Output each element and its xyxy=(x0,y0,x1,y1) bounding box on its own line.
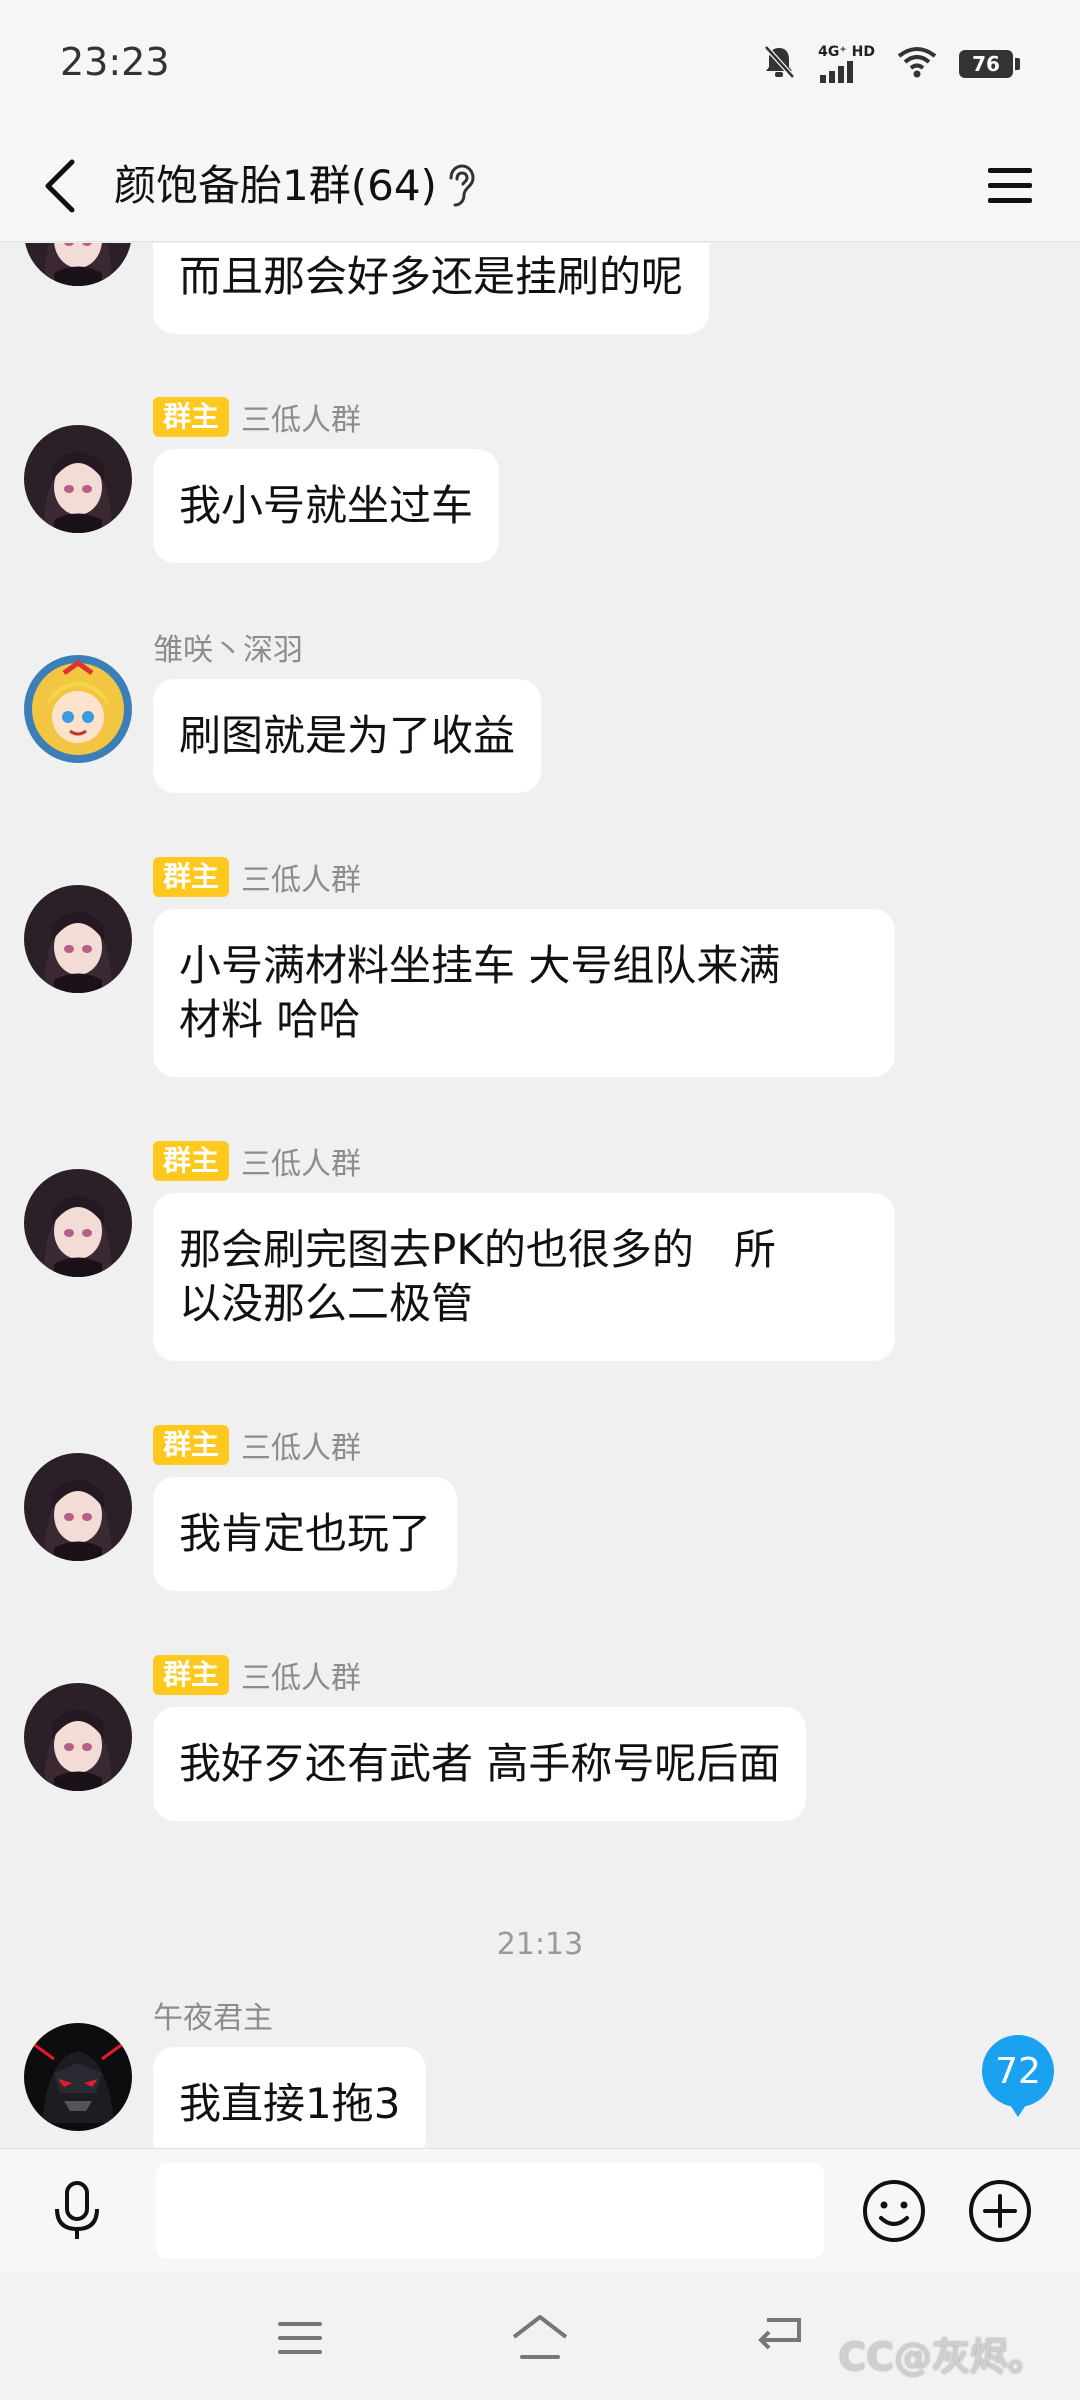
sender-name[interactable]: 三低人群 xyxy=(241,855,361,899)
owner-badge: 群主 xyxy=(153,1141,230,1181)
voice-button[interactable] xyxy=(40,2171,114,2251)
sender-row: 群主 三低人群 xyxy=(153,395,361,439)
sender-name[interactable]: 三低人群 xyxy=(241,1423,361,1467)
sender-row: 午夜君主 xyxy=(153,1993,273,2037)
cellular-signal-icon: 4G⁺ HD xyxy=(818,45,875,83)
nav-back-icon xyxy=(758,2318,801,2350)
status-bar: 23:23 4G⁺ HD 76 xyxy=(0,0,1080,130)
message-bubble[interactable]: 那会刷完图去PK的也很多的 所 以没那么二极管 xyxy=(153,1193,895,1361)
message-line: 那会刷完图去PK的也很多的 所 xyxy=(179,1225,776,1274)
back-button[interactable] xyxy=(28,144,92,228)
owner-badge: 群主 xyxy=(153,857,230,897)
nav-home-button[interactable] xyxy=(500,2298,580,2378)
chat-screen: 23:23 4G⁺ HD 76 颜饱备胎1群(64) 而且那会好多还是挂刷的呢 … xyxy=(0,0,1080,2400)
message-bubble[interactable]: 刷图就是为了收益 xyxy=(153,679,542,793)
unread-count-badge[interactable]: 72 xyxy=(982,2035,1054,2117)
avatar[interactable] xyxy=(24,1683,132,1791)
message-line: 以没那么二极管 xyxy=(179,1279,474,1328)
sender-row: 群主 三低人群 xyxy=(153,1139,361,1183)
time-separator: 21:13 xyxy=(496,1927,584,1962)
ear-icon[interactable] xyxy=(440,154,480,218)
battery-level: 76 xyxy=(959,50,1013,78)
message-bubble[interactable]: 我小号就坐过车 xyxy=(153,449,500,563)
plus-icon xyxy=(969,2180,1031,2242)
sender-name[interactable]: 午夜君主 xyxy=(153,1993,273,2037)
avatar[interactable] xyxy=(24,243,132,286)
avatar[interactable] xyxy=(24,1453,132,1561)
message-input[interactable] xyxy=(156,2163,824,2259)
watermark: CC@灰烬。 xyxy=(838,2335,1046,2379)
chat-title[interactable]: 颜饱备胎1群(64) xyxy=(114,152,437,220)
message-bubble[interactable]: 而且那会好多还是挂刷的呢 xyxy=(153,243,710,334)
network-label: 4G⁺ HD xyxy=(818,44,875,60)
sender-name[interactable]: 三低人群 xyxy=(241,1139,361,1183)
wifi-icon xyxy=(897,46,937,82)
more-actions-button[interactable] xyxy=(962,2171,1038,2251)
avatar[interactable] xyxy=(24,1169,132,1277)
hamburger-menu-button[interactable] xyxy=(970,144,1050,228)
system-nav-bar: CC@灰烬。 xyxy=(0,2272,1080,2400)
sender-name[interactable]: 三低人群 xyxy=(241,1653,361,1697)
sender-row: 群主 三低人群 xyxy=(153,1423,361,1467)
avatar[interactable] xyxy=(24,885,132,993)
nav-menu-icon xyxy=(278,2322,322,2354)
back-arrow-icon xyxy=(45,159,75,213)
owner-badge: 群主 xyxy=(153,397,230,437)
message-line: 小号满材料坐挂车 大号组队来满 xyxy=(179,941,781,990)
input-bar xyxy=(0,2148,1080,2272)
sender-name[interactable]: 雏咲丶深羽 xyxy=(153,625,303,669)
avatar[interactable] xyxy=(24,2023,132,2131)
owner-badge: 群主 xyxy=(153,1425,230,1465)
nav-home-icon xyxy=(512,2315,568,2359)
message-line: 材料 哈哈 xyxy=(179,995,361,1044)
avatar[interactable] xyxy=(24,425,132,533)
status-icons: 4G⁺ HD 76 xyxy=(762,44,1020,84)
chat-header: 颜饱备胎1群(64) xyxy=(0,130,1080,242)
nav-menu-button[interactable] xyxy=(260,2298,340,2378)
nav-back-button[interactable] xyxy=(740,2298,820,2378)
status-time: 23:23 xyxy=(60,40,170,84)
message-bubble[interactable]: 小号满材料坐挂车 大号组队来满 材料 哈哈 xyxy=(153,909,895,1077)
sender-row: 雏咲丶深羽 xyxy=(153,625,303,669)
emoji-icon xyxy=(863,2180,925,2242)
message-bubble[interactable]: 我好歹还有武者 高手称号呢后面 xyxy=(153,1707,807,1821)
owner-badge: 群主 xyxy=(153,1655,230,1695)
emoji-button[interactable] xyxy=(856,2171,932,2251)
message-bubble[interactable]: 我肯定也玩了 xyxy=(153,1477,458,1591)
sender-row: 群主 三低人群 xyxy=(153,1653,361,1697)
hamburger-menu-icon xyxy=(988,168,1032,203)
battery-indicator: 76 xyxy=(959,50,1020,78)
message-list[interactable]: 而且那会好多还是挂刷的呢 群主 三低人群 我小号就坐过车 雏咲丶深羽 刷图就是为… xyxy=(0,243,1080,2148)
sender-name[interactable]: 三低人群 xyxy=(241,395,361,439)
sender-row: 群主 三低人群 xyxy=(153,855,361,899)
message-bubble[interactable]: 我直接1拖3 xyxy=(153,2047,427,2148)
avatar[interactable] xyxy=(24,655,132,763)
microphone-icon xyxy=(55,2181,99,2239)
mute-bell-icon xyxy=(762,44,796,84)
